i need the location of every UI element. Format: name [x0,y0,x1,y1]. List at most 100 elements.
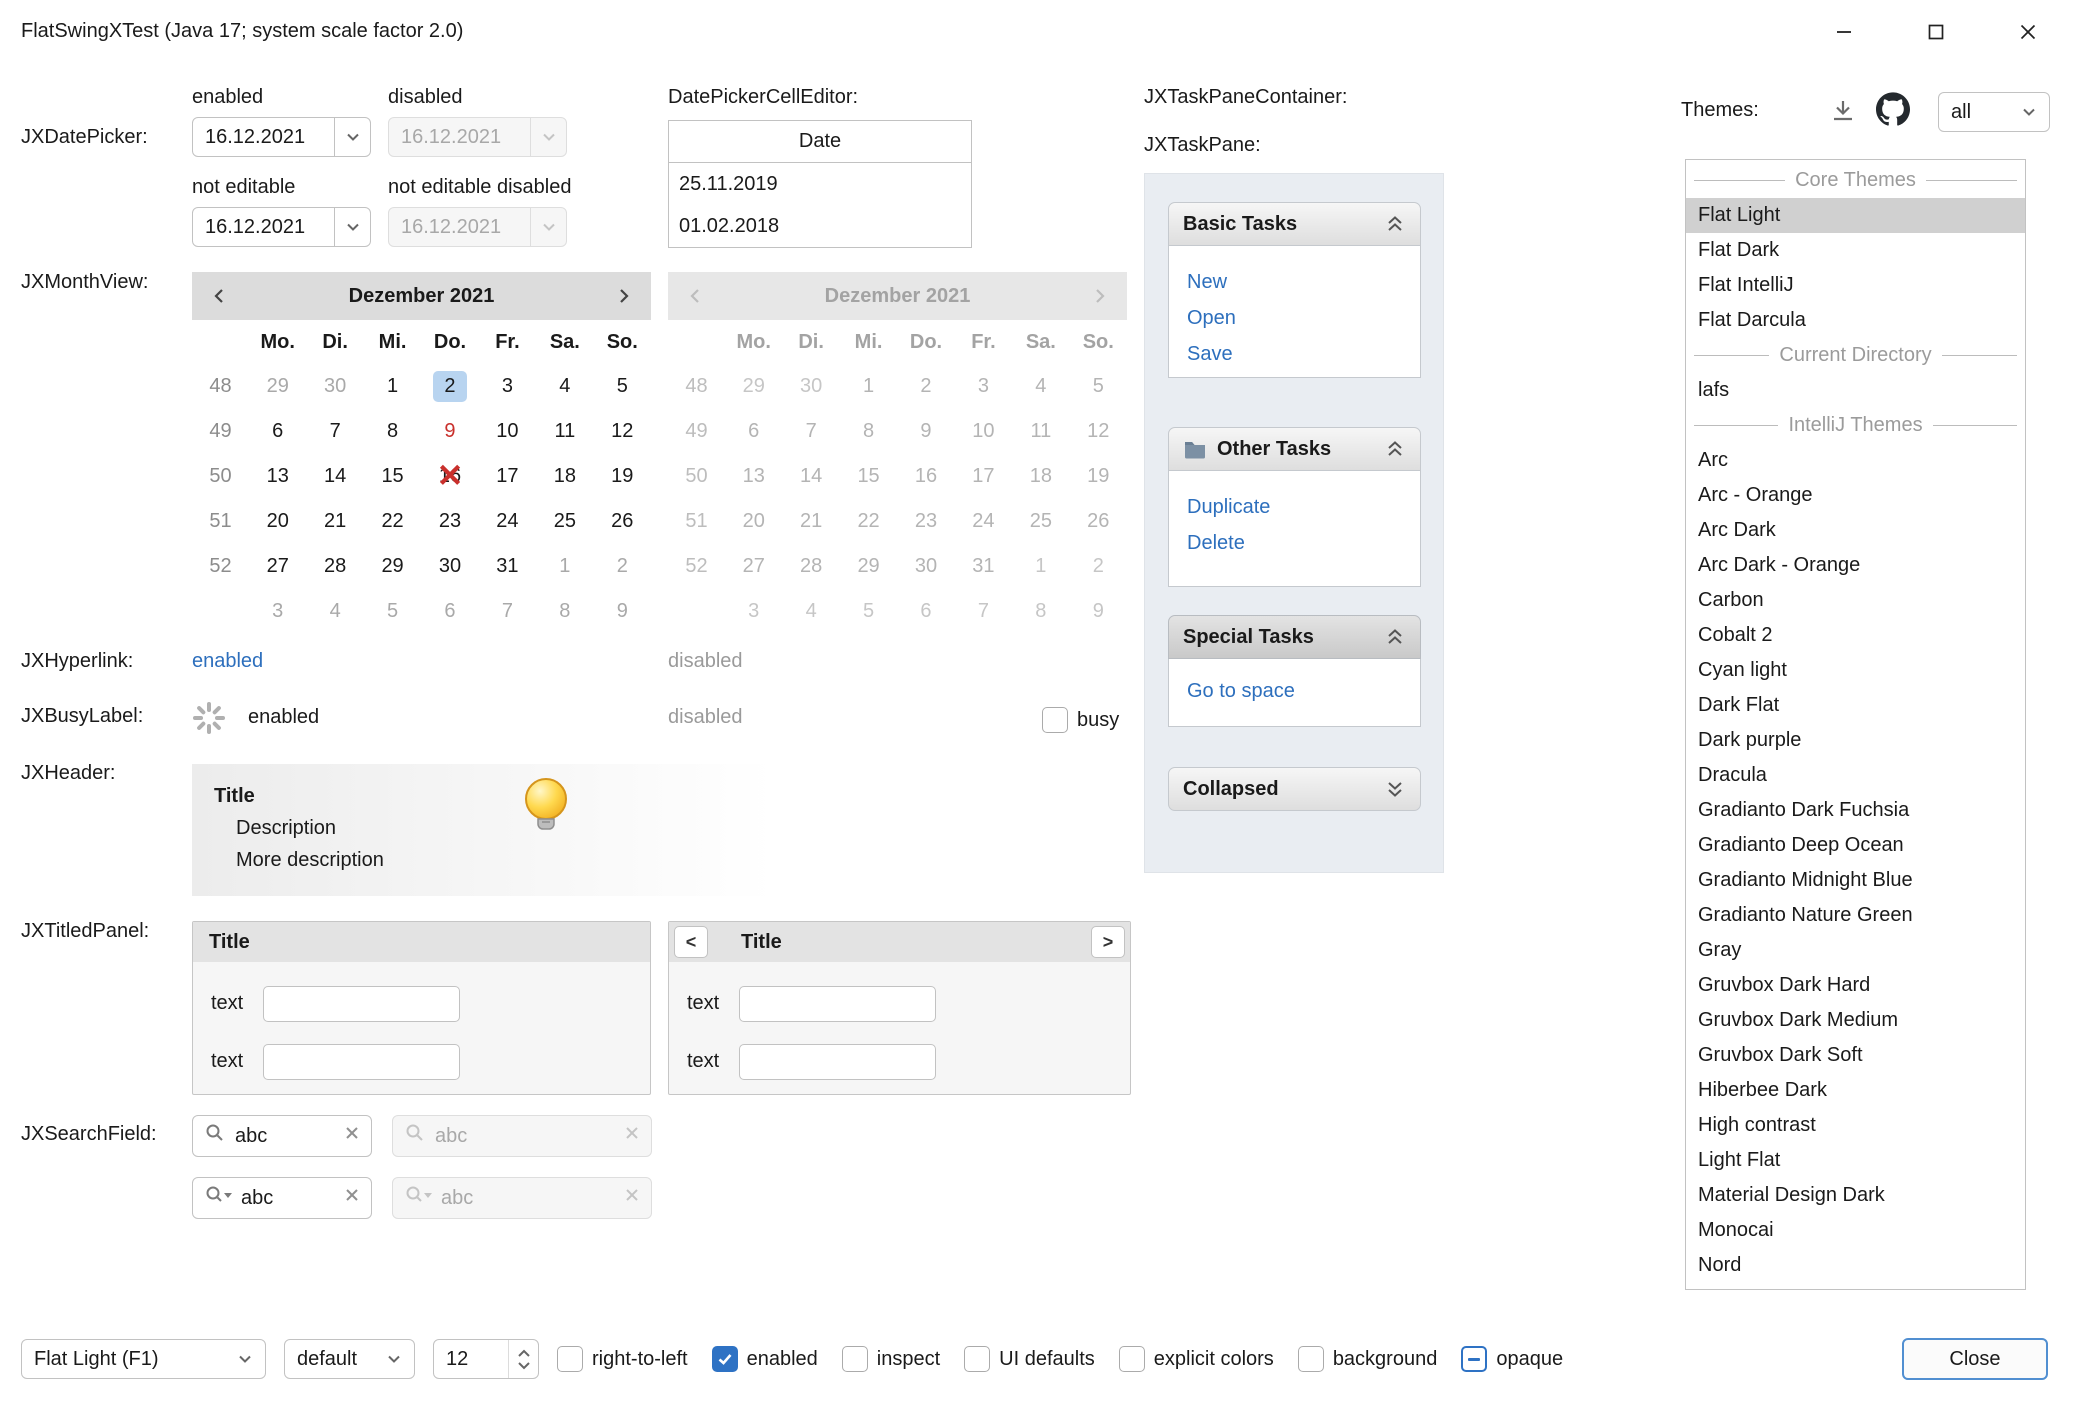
theme-item-nord[interactable]: Nord [1686,1248,2025,1283]
download-icon[interactable] [1829,97,1857,125]
search-menu-icon[interactable] [203,1183,233,1213]
theme-item-gradianto-midnight-blue[interactable]: Gradianto Midnight Blue [1686,863,2025,898]
theme-item-gradianto-dark-fuchsia[interactable]: Gradianto Dark Fuchsia [1686,793,2025,828]
calendar-day[interactable]: 1 [536,544,593,589]
style-combo[interactable]: default [284,1339,415,1379]
calendar-day[interactable]: 31 [479,544,536,589]
theme-item-cyan-light[interactable]: Cyan light [1686,653,2025,688]
theme-item-arc[interactable]: Arc [1686,443,2025,478]
calendar-day[interactable]: 25 [536,499,593,544]
theme-item-gruvbox-dark-soft[interactable]: Gruvbox Dark Soft [1686,1038,2025,1073]
theme-item-dracula[interactable]: Dracula [1686,758,2025,793]
calendar-day[interactable]: 12 [594,409,651,454]
calendar-day[interactable]: 4 [306,589,363,634]
search-field-with-menu[interactable]: abc [192,1177,372,1219]
theme-item-high-contrast[interactable]: High contrast [1686,1108,2025,1143]
checkbox-box[interactable] [1461,1346,1487,1372]
minimize-button[interactable] [1798,0,1890,63]
calendar-day[interactable]: 30 [421,544,478,589]
theme-item-gruvbox-dark-hard[interactable]: Gruvbox Dark Hard [1686,968,2025,1003]
theme-item-arc-dark-orange[interactable]: Arc Dark - Orange [1686,548,2025,583]
calendar-day[interactable]: 10 [479,409,536,454]
taskpane-link-save[interactable]: Save [1169,336,1420,372]
checkbox-opaque[interactable]: opaque [1461,1346,1563,1372]
theme-item-arc-dark[interactable]: Arc Dark [1686,513,2025,548]
theme-item-flat-darcula[interactable]: Flat Darcula [1686,303,2025,338]
calendar-day[interactable]: 3 [249,589,306,634]
checkbox-inspect[interactable]: inspect [842,1346,940,1372]
search-text[interactable]: abc [241,1187,335,1210]
theme-item-flat-dark[interactable]: Flat Dark [1686,233,2025,268]
calendar-day[interactable]: 24 [479,499,536,544]
calendar-day[interactable]: 26 [594,499,651,544]
taskpane-header[interactable]: Collapsed [1168,767,1421,811]
calendar-day[interactable]: 9 [594,589,651,634]
checkbox-box[interactable] [712,1346,738,1372]
table-row[interactable]: 01.02.2018 [669,205,971,247]
maximize-button[interactable] [1890,0,1982,63]
text-input[interactable] [263,1044,460,1080]
collapse-chevron-icon[interactable] [1384,213,1406,235]
calendar-day[interactable]: 29 [364,544,421,589]
datepicker-enabled-field[interactable]: 16.12.2021 [192,117,371,157]
font-size-spinner[interactable]: 12 [433,1339,539,1379]
datepicker-dropdown-button[interactable] [334,118,370,156]
calendar-day[interactable]: 28 [306,544,363,589]
taskpane-header[interactable]: Basic Tasks [1168,202,1421,246]
theme-item-lafs[interactable]: lafs [1686,373,2025,408]
checkbox-ui-defaults[interactable]: UI defaults [964,1346,1095,1372]
calendar-day[interactable]: 8 [364,409,421,454]
checkbox-box[interactable] [1119,1346,1145,1372]
laf-combo[interactable]: Flat Light (F1) [21,1339,266,1379]
checkbox-box[interactable] [842,1346,868,1372]
busy-checkbox-box[interactable] [1042,707,1068,733]
theme-item-gradianto-deep-ocean[interactable]: Gradianto Deep Ocean [1686,828,2025,863]
calendar-day[interactable]: 5 [594,364,651,409]
busy-checkbox[interactable]: busy [1042,707,1119,733]
checkbox-box[interactable] [1298,1346,1324,1372]
theme-item-flat-intellij[interactable]: Flat IntelliJ [1686,268,2025,303]
clear-icon[interactable] [343,1124,361,1148]
calendar-day[interactable]: 9 [421,409,478,454]
taskpane-link-open[interactable]: Open [1169,300,1420,336]
themes-filter-combo[interactable]: all [1938,92,2050,132]
calendar-day[interactable]: 7 [479,589,536,634]
calendar-day[interactable]: 7 [306,409,363,454]
calendar-day[interactable]: 4 [536,364,593,409]
calendar-day[interactable]: 17 [479,454,536,499]
checkbox-box[interactable] [964,1346,990,1372]
datepicker-value[interactable]: 16.12.2021 [193,126,334,149]
checkbox-explicit-colors[interactable]: explicit colors [1119,1346,1274,1372]
theme-item-arc-orange[interactable]: Arc - Orange [1686,478,2025,513]
calendar-day[interactable]: 6 [421,589,478,634]
calendar-day[interactable]: 21 [306,499,363,544]
github-icon[interactable] [1876,92,1910,126]
close-window-button[interactable] [1982,0,2074,63]
calendar-day[interactable]: 19 [594,454,651,499]
taskpane-link-go-to-space[interactable]: Go to space [1169,673,1420,709]
taskpane-header[interactable]: Other Tasks [1168,427,1421,471]
text-input[interactable] [739,986,936,1022]
collapse-chevron-icon[interactable] [1384,438,1406,460]
calendar-day[interactable]: 8 [536,589,593,634]
theme-item-monocai[interactable]: Monocai [1686,1213,2025,1248]
hyperlink-enabled[interactable]: enabled [192,650,263,673]
calendar-day[interactable]: 22 [364,499,421,544]
panel-right-button[interactable]: > [1091,926,1125,958]
calendar-day[interactable]: 18 [536,454,593,499]
table-row[interactable]: 25.11.2019 [669,163,971,205]
panel-left-button[interactable]: < [674,926,708,958]
spinner-arrows[interactable] [508,1340,538,1378]
calendar-next-icon[interactable] [599,272,647,320]
calendar-day[interactable]: 20 [249,499,306,544]
taskpane-link-delete[interactable]: Delete [1169,525,1420,561]
checkbox-right-to-left[interactable]: right-to-left [557,1346,688,1372]
taskpane-header[interactable]: Special Tasks [1168,615,1421,659]
calendar-day[interactable]: 11 [536,409,593,454]
calendar-day[interactable]: 2 [421,364,478,409]
calendar-day[interactable]: 2 [594,544,651,589]
theme-item-gray[interactable]: Gray [1686,933,2025,968]
calendar-day[interactable]: 27 [249,544,306,589]
taskpane-link-duplicate[interactable]: Duplicate [1169,489,1420,525]
theme-item-hiberbee-dark[interactable]: Hiberbee Dark [1686,1073,2025,1108]
